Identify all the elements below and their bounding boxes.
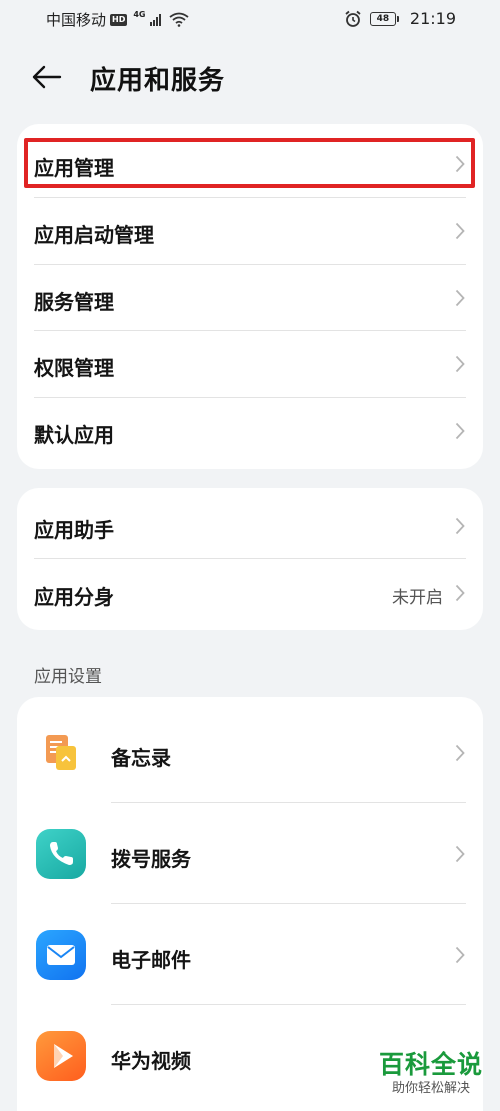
memo-row[interactable]: 备忘录: [17, 702, 483, 802]
app-twin-status: 未开启: [392, 588, 443, 608]
back-arrow-icon: [32, 65, 62, 89]
network-type: 4G: [133, 10, 146, 19]
app-settings-card: 备忘录 拨号服务 电子邮件 华为视频: [17, 697, 483, 1111]
row-label: 应用助手: [34, 518, 114, 542]
clock: 21:19: [409, 9, 456, 28]
chevron-right-icon: [455, 584, 465, 602]
email-icon: [36, 930, 86, 980]
carrier-name: 中国移动: [46, 11, 107, 29]
chevron-right-icon: [455, 744, 465, 762]
battery-icon: 48: [369, 11, 399, 26]
battery-level: 48: [376, 13, 390, 24]
divider: [34, 558, 466, 559]
app-management-row[interactable]: 应用管理: [17, 131, 483, 197]
app-label: 拨号服务: [111, 847, 191, 871]
alarm-icon: [345, 10, 361, 27]
chevron-right-icon: [455, 289, 465, 307]
chevron-right-icon: [455, 422, 465, 440]
section-title-app-settings: 应用设置: [34, 667, 102, 687]
row-label: 权限管理: [34, 356, 114, 380]
permission-management-row[interactable]: 权限管理: [17, 331, 483, 397]
service-management-row[interactable]: 服务管理: [17, 265, 483, 331]
wifi-icon: [168, 12, 189, 27]
back-button[interactable]: [30, 60, 70, 96]
chevron-right-icon: [455, 517, 465, 535]
chevron-right-icon: [455, 946, 465, 964]
watermark-title: 百科全说: [378, 1050, 483, 1079]
page-title: 应用和服务: [90, 66, 226, 96]
app-management-card: 应用管理 应用启动管理 服务管理 权限管理 默认应用: [17, 124, 483, 469]
app-launch-management-row[interactable]: 应用启动管理: [17, 198, 483, 264]
app-label: 华为视频: [111, 1049, 191, 1073]
chevron-right-icon: [455, 355, 465, 373]
row-label: 应用管理: [34, 156, 114, 180]
page-header: 应用和服务: [0, 50, 500, 106]
carrier-group: 中国移动 HD 4G: [46, 9, 189, 30]
app-twin-row[interactable]: 应用分身 未开启: [17, 560, 483, 626]
row-label: 应用启动管理: [34, 223, 154, 247]
chevron-right-icon: [455, 845, 465, 863]
row-label: 默认应用: [34, 423, 114, 447]
app-label: 备忘录: [111, 746, 171, 770]
hd-badge: HD: [110, 13, 128, 26]
chevron-right-icon: [455, 222, 465, 240]
default-apps-row[interactable]: 默认应用: [17, 398, 483, 464]
dialer-service-row[interactable]: 拨号服务: [17, 803, 483, 903]
status-bar: 中国移动 HD 4G 48 21:19: [0, 0, 500, 38]
video-icon: [36, 1031, 86, 1081]
signal-icon: [149, 13, 161, 26]
app-assistant-row[interactable]: 应用助手: [17, 493, 483, 559]
phone-icon: [36, 829, 86, 879]
chevron-right-icon: [455, 155, 465, 173]
watermark-subtitle: 助你轻松解决: [391, 1081, 470, 1096]
row-label: 应用分身: [34, 585, 114, 609]
row-label: 服务管理: [34, 290, 114, 314]
status-right-group: 48 21:19: [344, 9, 456, 28]
app-assistant-card: 应用助手 应用分身 未开启: [17, 488, 483, 630]
memo-icon: [36, 728, 86, 778]
watermark: 百科全说 助你轻松解决: [376, 1050, 486, 1105]
app-label: 电子邮件: [111, 948, 191, 972]
email-row[interactable]: 电子邮件: [17, 904, 483, 1004]
